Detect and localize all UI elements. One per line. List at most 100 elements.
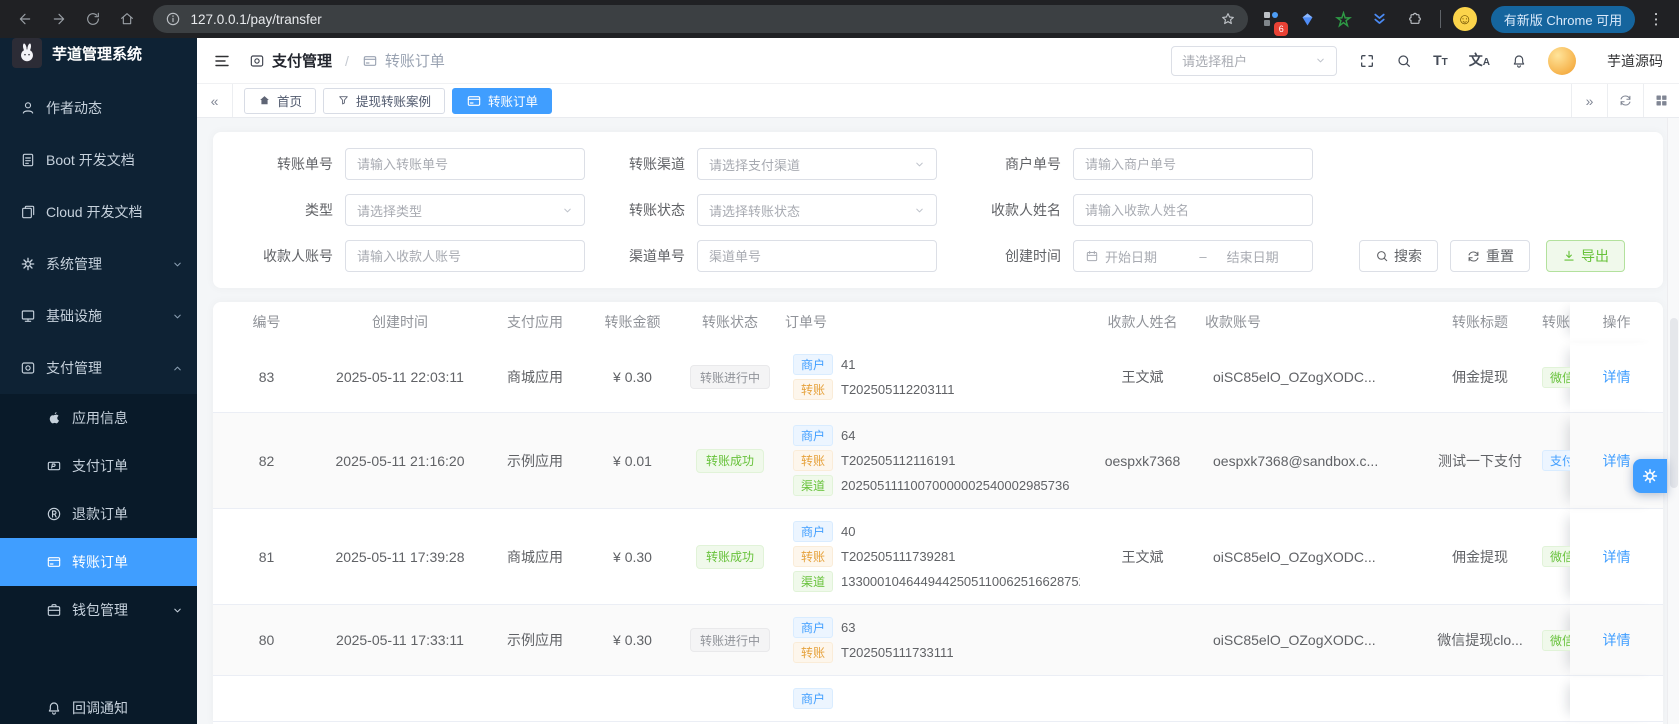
搜索-button[interactable]: 搜索 bbox=[1359, 240, 1438, 272]
order-tag-商户: 商户 bbox=[793, 354, 834, 375]
tabs-layout-button[interactable] bbox=[1643, 84, 1679, 117]
filter-label: 收款人账号 bbox=[263, 248, 333, 264]
sidebar-subitem-label: 回调通知 bbox=[72, 700, 128, 716]
extension-star-icon[interactable] bbox=[1330, 6, 1356, 32]
cell-transfer-title: 测试一下支付 bbox=[1420, 413, 1540, 509]
order-tag-转账: 转账 bbox=[793, 379, 834, 400]
tab-提现转账案例[interactable]: 提现转账案例 bbox=[323, 87, 446, 114]
settings-gear-button[interactable] bbox=[1633, 459, 1667, 493]
sidebar-item-作者动态[interactable]: 作者动态 bbox=[0, 82, 197, 134]
sidebar-item-基础设施[interactable]: 基础设施 bbox=[0, 290, 197, 342]
filter-input-转账单号[interactable] bbox=[357, 156, 573, 172]
sidebar-subitem-支付订单[interactable]: 支付订单 bbox=[0, 442, 197, 490]
page-content: 转账单号转账渠道请选择支付渠道商户单号类型请选择类型转账状态请选择转账状态收款人… bbox=[197, 118, 1679, 724]
browser-forward-button[interactable] bbox=[44, 4, 74, 34]
apple-icon bbox=[46, 410, 62, 426]
detail-link[interactable]: 详情 bbox=[1603, 549, 1631, 565]
sidebar-subitem-转账订单[interactable]: 转账订单 bbox=[0, 538, 197, 586]
browser-reload-button[interactable] bbox=[78, 4, 108, 34]
notification-bell-icon[interactable] bbox=[1511, 53, 1527, 69]
bell-icon bbox=[46, 700, 62, 716]
profile-avatar[interactable]: ☺ bbox=[1452, 7, 1477, 31]
filter-label: 渠道单号 bbox=[629, 248, 685, 264]
filter-select-转账渠道[interactable]: 请选择支付渠道 bbox=[697, 148, 937, 180]
search-icon[interactable] bbox=[1396, 53, 1412, 69]
breadcrumb-section[interactable]: 支付管理 bbox=[272, 50, 332, 71]
detail-link[interactable]: 详情 bbox=[1603, 632, 1631, 648]
tabs-scroll-left-button[interactable]: « bbox=[197, 84, 233, 117]
detail-link[interactable]: 详情 bbox=[1603, 369, 1631, 385]
cell-create-time: 2025-05-11 22:03:11 bbox=[320, 342, 480, 413]
chevron-down-icon bbox=[914, 159, 925, 170]
browser-menu-button[interactable]: ⋮ bbox=[1639, 4, 1669, 34]
info-icon[interactable] bbox=[165, 11, 181, 27]
filter-input-收款人账号[interactable] bbox=[357, 248, 573, 264]
scrollbar-thumb[interactable] bbox=[1670, 318, 1678, 488]
select-placeholder: 请选择支付渠道 bbox=[709, 157, 801, 173]
cell-id: 82 bbox=[213, 413, 320, 509]
cell-transfer-status: 转账成功 bbox=[675, 509, 785, 605]
translate-icon[interactable]: 文A bbox=[1469, 53, 1490, 68]
sidebar-subitem-回调通知[interactable]: 回调通知 bbox=[0, 684, 197, 724]
fullscreen-icon[interactable] bbox=[1359, 53, 1375, 69]
order-line: 商户 63 bbox=[793, 615, 1072, 640]
sidebar-subitem-钱包管理[interactable]: 钱包管理 bbox=[0, 586, 197, 634]
table-row: 80 2025-05-11 17:33:11 示例应用 ¥ 0.30 转账进行中 商户 63… bbox=[213, 605, 1663, 676]
filter-input-渠道单号[interactable] bbox=[709, 248, 925, 264]
extension-gem-icon[interactable] bbox=[1294, 6, 1320, 32]
url-text: 127.0.0.1/pay/transfer bbox=[190, 11, 322, 27]
bookmark-star-icon[interactable] bbox=[1220, 11, 1236, 27]
username[interactable]: 芋道源码 bbox=[1607, 51, 1663, 71]
cell-pay-app bbox=[480, 676, 590, 722]
status-tag: 转账进行中 bbox=[689, 365, 770, 389]
tabs-scroll-right-button[interactable]: » bbox=[1571, 84, 1607, 117]
sidebar-subitem-应用信息[interactable]: 应用信息 bbox=[0, 394, 197, 442]
extensions-puzzle-button[interactable] bbox=[1402, 6, 1428, 32]
menu-fold-icon[interactable] bbox=[213, 52, 231, 70]
user-avatar[interactable] bbox=[1548, 46, 1576, 75]
scrollbar-track[interactable] bbox=[1667, 118, 1679, 724]
order-tag-商户: 商户 bbox=[793, 521, 834, 542]
chevron-down-icon bbox=[172, 605, 183, 616]
filter-select-类型[interactable]: 请选择类型 bbox=[345, 194, 585, 226]
address-bar[interactable]: 127.0.0.1/pay/transfer bbox=[153, 5, 1249, 33]
sidebar-item-支付管理[interactable]: 支付管理 bbox=[0, 342, 197, 394]
browser-back-button[interactable] bbox=[10, 4, 40, 34]
sidebar-item-Boot 开发文档[interactable]: Boot 开发文档 bbox=[0, 134, 197, 186]
transfer-orders-table: 编号创建时间支付应用转账金额转账状态订单号收款人姓名收款账号转账标题转账渠道操作… bbox=[213, 302, 1663, 722]
cell-payee-account: oiSC85elO_OZogXODC... bbox=[1205, 605, 1420, 676]
sidebar-item-系统管理[interactable]: 系统管理 bbox=[0, 238, 197, 290]
sidebar-subitem-退款订单[interactable]: 退款订单 bbox=[0, 490, 197, 538]
chrome-update-chip[interactable]: 有新版 Chrome 可用 bbox=[1490, 5, 1636, 33]
tab-首页[interactable]: 首页 bbox=[244, 87, 317, 114]
cell-payee-account: oiSC85elO_OZogXODC... bbox=[1205, 342, 1420, 413]
app-logo[interactable]: 芋道管理系统 bbox=[0, 38, 197, 68]
filter-input-商户单号[interactable] bbox=[1085, 156, 1301, 172]
input-渠道单号 bbox=[697, 240, 937, 272]
detail-link[interactable]: 详情 bbox=[1603, 453, 1631, 469]
order-no-value: 40 bbox=[841, 524, 856, 539]
font-size-icon[interactable]: TT bbox=[1433, 53, 1448, 68]
order-line: 渠道 1330001046449442505110062516628752 bbox=[793, 569, 1080, 594]
filter-select-转账状态[interactable]: 请选择转账状态 bbox=[697, 194, 937, 226]
arrow-left-icon bbox=[17, 11, 33, 27]
cell-amount: ¥ 0.30 bbox=[590, 342, 675, 413]
cell-transfer-title: 佣金提现 bbox=[1420, 342, 1540, 413]
sidebar-item-Cloud 开发文档[interactable]: Cloud 开发文档 bbox=[0, 186, 197, 238]
cell-id: 83 bbox=[213, 342, 320, 413]
order-no-value: T202505112203111 bbox=[841, 382, 955, 397]
chevron-down-icon bbox=[562, 205, 573, 216]
filter-input-收款人姓名[interactable] bbox=[1085, 202, 1301, 218]
extension-chevrons-icon[interactable] bbox=[1366, 6, 1392, 32]
order-line: 渠道 20250511110070000002540002985736 bbox=[793, 473, 1072, 498]
chevron-down-icon bbox=[1315, 55, 1326, 66]
date-range-picker[interactable]: 开始日期 – 结束日期 bbox=[1073, 240, 1313, 272]
导出-button[interactable]: 导出 bbox=[1546, 240, 1625, 272]
tabs-refresh-button[interactable] bbox=[1607, 84, 1643, 117]
cell-transfer-status: 转账进行中 bbox=[675, 342, 785, 413]
browser-home-button[interactable] bbox=[112, 4, 142, 34]
tenant-select[interactable]: 请选择租户 bbox=[1171, 45, 1338, 76]
重置-button[interactable]: 重置 bbox=[1450, 240, 1530, 272]
extension-icon-badged[interactable]: 6 bbox=[1258, 6, 1289, 36]
tab-转账订单[interactable]: 转账订单 bbox=[452, 87, 553, 114]
